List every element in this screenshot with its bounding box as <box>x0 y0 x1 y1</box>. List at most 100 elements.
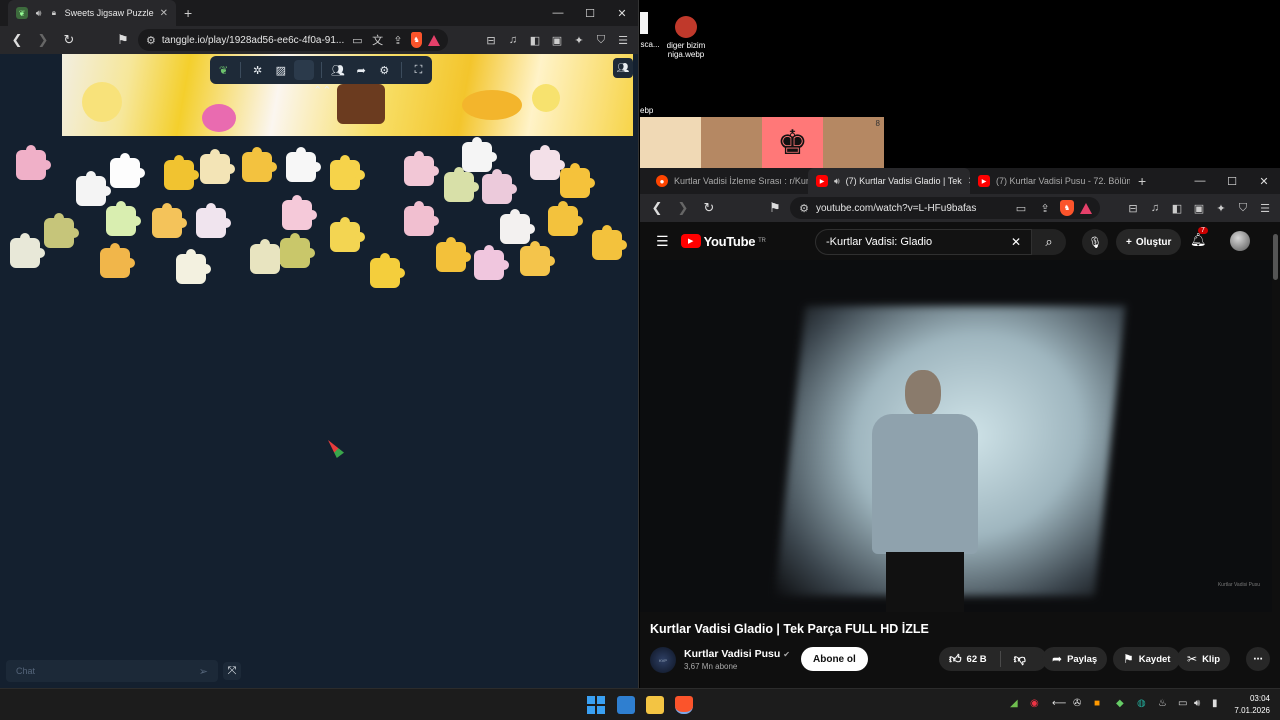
leo-ai-icon[interactable]: ✦ <box>570 31 588 49</box>
puzzle-piece[interactable] <box>76 171 111 206</box>
address-bar[interactable]: ⚙ youtube.com/watch?v=L-HFu9bafas ▭ ⇪ ♞ <box>790 197 1100 219</box>
tray-app-icon[interactable]: ■ <box>1094 698 1100 709</box>
save-button[interactable]: ⚑ Kaydet <box>1113 647 1181 671</box>
back-button[interactable]: ❮ <box>6 29 28 51</box>
tray-app-icon[interactable]: ✇ <box>1073 698 1081 709</box>
puzzle-piece[interactable] <box>530 145 565 180</box>
photos-app-icon[interactable] <box>617 696 635 714</box>
network-icon[interactable]: ▭ <box>1178 698 1187 709</box>
tanggle-logo-icon[interactable]: ❦ <box>214 60 233 80</box>
menu-icon[interactable]: ☰ <box>1256 199 1274 217</box>
bookmark-icon[interactable]: ⚑ <box>764 197 786 219</box>
image-preview-icon[interactable]: ▨ <box>271 60 290 80</box>
sidebar-icon[interactable]: ◧ <box>1168 199 1186 217</box>
brave-browser-taskbar-icon[interactable] <box>675 696 693 714</box>
puzzle-piece[interactable] <box>330 155 365 190</box>
puzzle-piece[interactable] <box>444 167 479 202</box>
create-button[interactable]: + Oluştur <box>1116 229 1182 255</box>
site-settings-icon[interactable]: ⚙ <box>146 31 156 49</box>
tab-reddit-kurtlar[interactable]: ● Kurtlar Vadisi İzleme Sırası : r/Kurtl… <box>648 168 808 194</box>
puzzle-piece[interactable] <box>106 201 141 236</box>
puzzle-piece[interactable] <box>250 239 285 274</box>
volume-icon[interactable]: 🔊︎ <box>1194 698 1200 709</box>
brave-shields-icon[interactable]: ♞ <box>1060 200 1074 216</box>
share-button[interactable]: ➦ Paylaş <box>1042 647 1108 671</box>
maximize-button[interactable]: ☐ <box>574 7 606 20</box>
new-tab-button[interactable]: + <box>176 5 200 21</box>
wallet-icon[interactable]: ▣ <box>1190 199 1208 217</box>
desktop-icon-fragment-label[interactable]: sca... <box>638 40 662 49</box>
forward-button[interactable]: ❯ <box>32 29 54 51</box>
tray-app-icon[interactable]: ◉ <box>1030 698 1039 709</box>
puzzle-piece[interactable] <box>242 147 277 182</box>
more-actions-button[interactable]: ⋯ <box>1246 647 1270 671</box>
puzzle-piece[interactable] <box>282 195 317 230</box>
like-icon[interactable]: 👍︎ <box>949 652 962 667</box>
fullscreen-icon[interactable]: ⛶ <box>409 60 428 80</box>
puzzle-piece[interactable] <box>370 253 405 288</box>
youtube-logo[interactable]: ▶ YouTube TR <box>680 234 766 249</box>
speaker-icon[interactable]: 🔊︎ <box>34 4 43 22</box>
puzzle-piece[interactable] <box>404 201 439 236</box>
tab-youtube-gladio[interactable]: ▶ 🔊︎ (7) Kurtlar Vadisi Gladio | Tek ✕ <box>808 168 970 194</box>
sidebar-tabs-icon[interactable]: ⊟ <box>1124 199 1142 217</box>
puzzle-piece[interactable] <box>462 137 497 172</box>
page-scrollbar[interactable] <box>1273 234 1278 280</box>
clear-search-icon[interactable]: ✕ <box>1011 235 1021 249</box>
send-icon[interactable]: ➢ <box>199 665 208 678</box>
puzzle-piece[interactable] <box>592 225 627 260</box>
puzzle-piece[interactable] <box>200 149 235 184</box>
share-icon[interactable]: ⇪ <box>1036 199 1054 217</box>
new-tab-button[interactable]: + <box>1130 173 1154 189</box>
puzzle-piece[interactable] <box>548 201 583 236</box>
notifications-bell-icon[interactable]: 🔔︎ 7 <box>1190 227 1208 248</box>
puzzle-piece[interactable] <box>436 237 471 272</box>
collapse-toolbar-icon[interactable]: ⌃⌃ <box>313 84 331 97</box>
file-explorer-icon[interactable] <box>646 696 664 714</box>
puzzle-piece[interactable] <box>100 243 135 278</box>
chat-input[interactable]: Chat ➢ <box>6 660 218 682</box>
translate-icon[interactable]: 文 <box>370 31 384 49</box>
expand-chat-icon[interactable]: ⤧ <box>223 662 241 680</box>
tab-youtube-pusu[interactable]: ▶ (7) Kurtlar Vadisi Pusu - 72. Bölüm FU <box>970 168 1130 194</box>
background-color-icon[interactable] <box>294 60 314 80</box>
sidebar-icon[interactable]: ◧ <box>526 31 544 49</box>
video-player[interactable]: Kurtlar Vadisi Pusu <box>640 260 1272 612</box>
leo-ai-icon[interactable]: ✦ <box>1212 199 1230 217</box>
puzzle-piece[interactable] <box>164 155 199 190</box>
bookmark-icon[interactable]: ⚑ <box>112 29 134 51</box>
puzzle-piece[interactable] <box>500 209 535 244</box>
vpn-icon[interactable]: ⛉ <box>592 31 610 49</box>
share-icon[interactable]: ➦ <box>352 60 371 80</box>
puzzle-piece[interactable] <box>482 169 517 204</box>
settings-icon[interactable]: ⚙ <box>375 60 394 80</box>
puzzle-piece[interactable] <box>110 153 145 188</box>
hamburger-menu-icon[interactable]: ☰ <box>656 233 669 250</box>
puzzle-piece-icon[interactable]: ✲ <box>248 60 267 80</box>
puzzle-piece[interactable] <box>152 203 187 238</box>
search-button[interactable]: ⌕ <box>1032 229 1066 255</box>
wallet-icon[interactable]: ▣ <box>548 31 566 49</box>
maximize-button[interactable]: ☐ <box>1216 175 1248 188</box>
tray-app-icon[interactable]: ⟵ <box>1052 698 1066 709</box>
tray-app-icon[interactable]: ◆ <box>1116 698 1124 709</box>
puzzle-piece[interactable] <box>280 233 315 268</box>
reload-button[interactable]: ↻ <box>58 29 80 51</box>
battery-icon[interactable]: ▮ <box>1212 698 1218 709</box>
reload-button[interactable]: ↻ <box>698 197 720 219</box>
cast-icon[interactable]: ▭ <box>350 31 364 49</box>
close-window-button[interactable]: ✕ <box>606 7 638 20</box>
channel-avatar[interactable]: KVP <box>650 647 676 673</box>
site-settings-icon[interactable]: ⚙ <box>798 199 810 217</box>
puzzle-piece[interactable] <box>196 203 231 238</box>
dislike-icon[interactable]: 👎︎ <box>1014 652 1026 667</box>
media-icon[interactable]: ♫ <box>1146 199 1164 217</box>
channel-name-link[interactable]: Kurtlar Vadisi Pusu ✔ <box>684 648 790 660</box>
close-window-button[interactable]: ✕ <box>1248 175 1280 188</box>
speaker-icon[interactable]: 🔊︎ <box>834 172 840 190</box>
start-button-icon[interactable] <box>587 696 605 714</box>
share-icon[interactable]: ⇪ <box>391 31 405 49</box>
media-icon[interactable]: ♫ <box>504 31 522 49</box>
puzzle-piece[interactable] <box>44 213 79 248</box>
like-count[interactable]: 62 B <box>967 654 987 665</box>
